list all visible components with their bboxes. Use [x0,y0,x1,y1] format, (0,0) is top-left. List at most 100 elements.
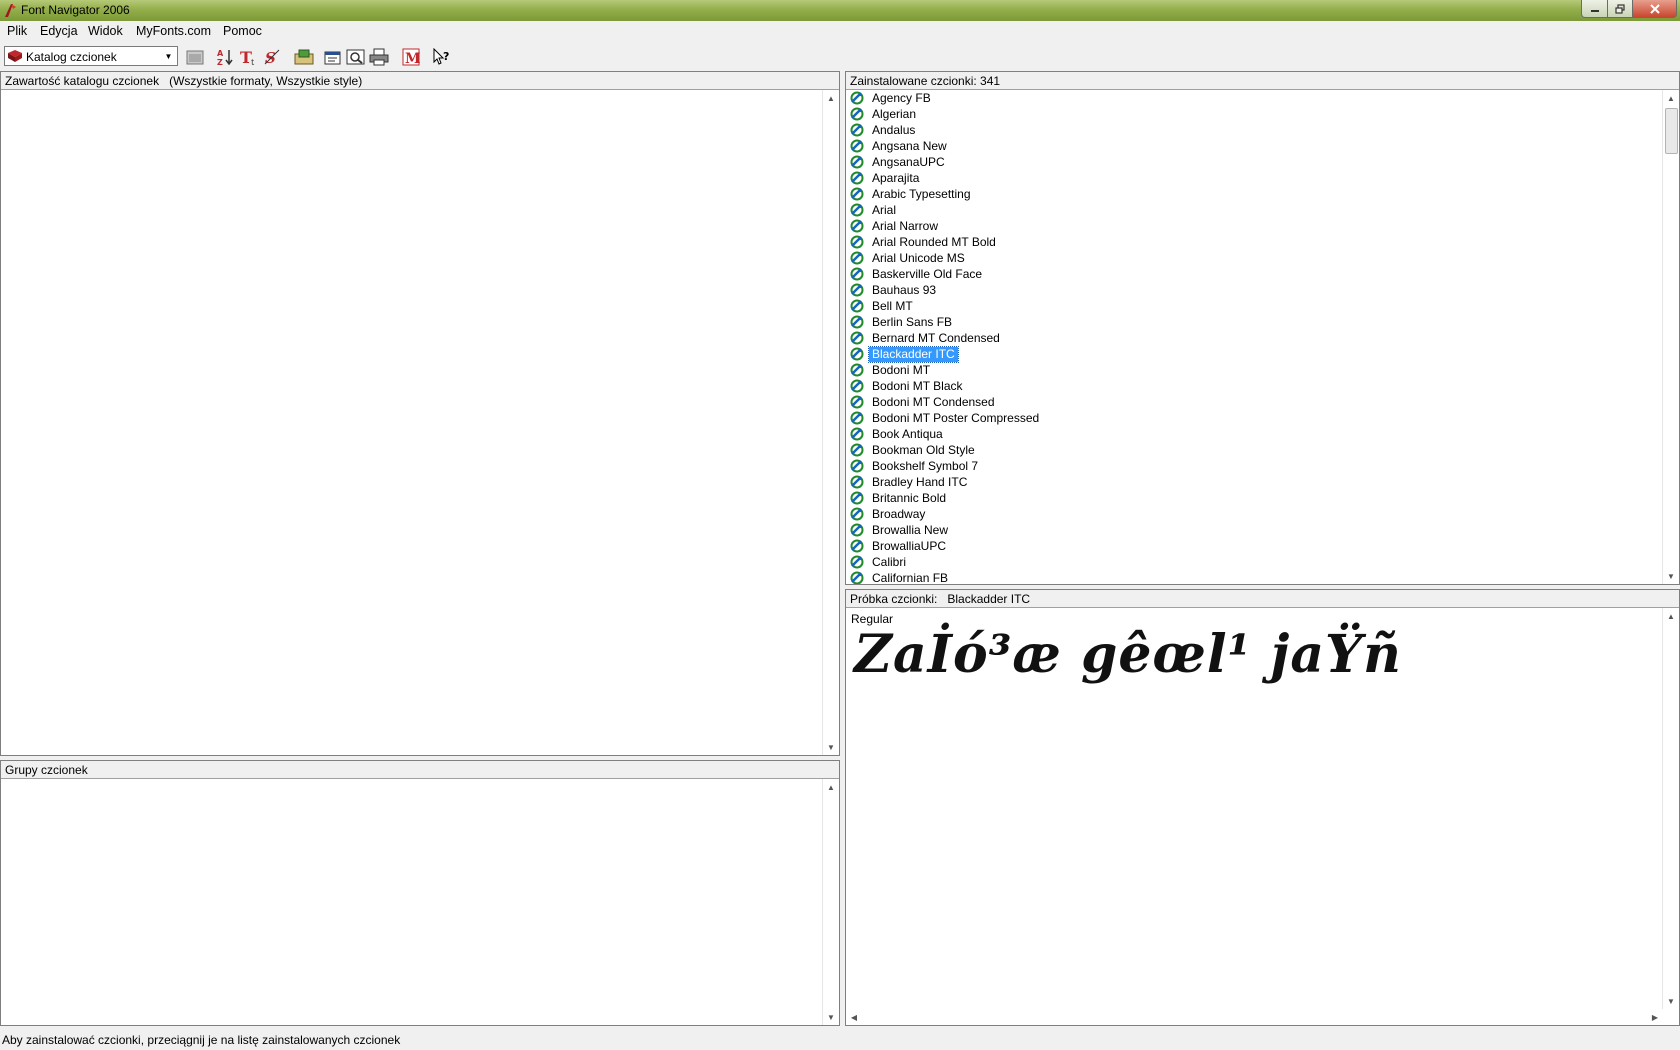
open-folder-button[interactable] [184,46,206,67]
opentype-font-icon [850,539,864,553]
font-name-label: Algerian [872,106,917,121]
font-list-item[interactable]: Arial Rounded MT Bold [846,234,1662,250]
font-list-item[interactable]: Britannic Bold [846,490,1662,506]
scroll-up-icon[interactable]: ▲ [823,90,839,106]
truetype-icon: T t [240,48,255,66]
opentype-font-icon [850,427,864,441]
font-list-item[interactable]: Berlin Sans FB [846,314,1662,330]
font-list-item[interactable]: BrowalliaUPC [846,538,1662,554]
opentype-font-icon [850,475,864,489]
minimize-button[interactable] [1581,0,1608,18]
font-list-item[interactable]: Browallia New [846,522,1662,538]
font-name-label: Bookshelf Symbol 7 [872,458,979,473]
font-name-label: Aparajita [872,170,920,185]
menu-pomoc[interactable]: Pomoc [223,24,262,38]
sort-az-button[interactable]: A Z [214,46,236,67]
myfonts-m-icon: M [402,48,421,66]
properties-button[interactable] [322,46,344,67]
scroll-left-icon[interactable]: ◀ [846,1009,862,1025]
font-name-label: Bodoni MT [872,362,931,377]
font-list-item[interactable]: Algerian [846,106,1662,122]
toolbar: Katalog czcionek ▼ A Z T t S M ? [0,42,1680,70]
opentype-font-icon [850,219,864,233]
font-list-item[interactable]: Bodoni MT Condensed [846,394,1662,410]
opentype-font-icon [850,507,864,521]
menu-plik[interactable]: Plik [7,24,27,38]
scrollbar-thumb[interactable] [1665,108,1678,154]
print-button[interactable] [368,46,390,67]
font-list-item[interactable]: Angsana New [846,138,1662,154]
scroll-down-icon[interactable]: ▼ [1663,568,1679,584]
sample-horizontal-scrollbar[interactable]: ◀ ▶ [846,1009,1663,1025]
help-cursor-icon: ? [433,47,449,65]
scroll-up-icon[interactable]: ▲ [1663,608,1679,624]
font-list-item[interactable]: Broadway [846,506,1662,522]
chevron-down-icon[interactable]: ▼ [160,47,177,65]
installed-fonts-header: Zainstalowane czcionki: 341 [846,72,1679,90]
font-name-label: Arial Narrow [872,218,939,233]
font-list-item[interactable]: Calibri [846,554,1662,570]
font-list-item[interactable]: Bauhaus 93 [846,282,1662,298]
font-list-item[interactable]: Bradley Hand ITC [846,474,1662,490]
window-controls [1581,0,1677,18]
font-name-label: Browallia New [872,522,949,537]
opentype-font-icon [850,107,864,121]
scroll-up-icon[interactable]: ▲ [1663,90,1679,106]
scroll-down-icon[interactable]: ▼ [823,1009,839,1025]
preview-button[interactable] [345,46,367,67]
font-list-item[interactable]: Arial Unicode MS [846,250,1662,266]
menu-edycja[interactable]: Edycja [40,24,78,38]
close-button[interactable] [1633,0,1677,18]
preview-icon [346,49,365,64]
font-list-item[interactable]: Agency FB [846,90,1662,106]
opentype-font-icon [850,235,864,249]
font-list-item[interactable]: Bodoni MT Poster Compressed [846,410,1662,426]
font-list-item[interactable]: Bookshelf Symbol 7 [846,458,1662,474]
scroll-down-icon[interactable]: ▼ [1663,993,1679,1009]
restore-button[interactable] [1608,0,1633,18]
scroll-up-icon[interactable]: ▲ [823,779,839,795]
scroll-right-icon[interactable]: ▶ [1647,1009,1663,1025]
font-list-item[interactable]: Aparajita [846,170,1662,186]
catalog-panel-header: Zawartość katalogu czcionek (Wszystkie f… [1,72,839,90]
font-list-item[interactable]: Bodoni MT [846,362,1662,378]
install-button[interactable] [293,46,315,67]
font-list-item[interactable]: Arabic Typesetting [846,186,1662,202]
font-name-label: Blackadder ITC [868,345,959,363]
font-name-label: Berlin Sans FB [872,314,953,329]
myfonts-button[interactable]: M [400,46,422,67]
svg-text:?: ? [443,50,449,63]
scroll-down-icon[interactable]: ▼ [823,739,839,755]
font-list-item[interactable]: Bell MT [846,298,1662,314]
font-list-item[interactable]: Andalus [846,122,1662,138]
installed-fonts-scrollbar[interactable]: ▲ ▼ [1662,90,1679,584]
font-list-item[interactable]: Book Antiqua [846,426,1662,442]
catalog-combo[interactable]: Katalog czcionek ▼ [4,46,178,66]
font-list-item[interactable]: Bernard MT Condensed [846,330,1662,346]
font-list-item[interactable]: Baskerville Old Face [846,266,1662,282]
catalog-scrollbar[interactable]: ▲ ▼ [822,90,839,755]
font-list-item[interactable]: Arial [846,202,1662,218]
catalog-combo-value: Katalog czcionek [26,50,117,64]
font-list-item[interactable]: Californian FB [846,570,1662,584]
font-name-label: Angsana New [872,138,947,153]
minimize-icon [1590,9,1599,12]
restore-icon [1615,3,1625,14]
menu-myfonts[interactable]: MyFonts.com [136,24,211,38]
font-list-item[interactable]: AngsanaUPC [846,154,1662,170]
opentype-font-icon [850,491,864,505]
font-name-label: Britannic Bold [872,490,947,505]
font-type-button[interactable]: T t [238,46,260,67]
font-list-item[interactable]: Arial Narrow [846,218,1662,234]
help-button[interactable]: ? [431,46,453,67]
groups-scrollbar[interactable]: ▲ ▼ [822,779,839,1025]
sample-vertical-scrollbar[interactable]: ▲ ▼ [1662,608,1679,1009]
menu-widok[interactable]: Widok [88,24,123,38]
font-script-button[interactable]: S [262,46,284,67]
font-list-item[interactable]: Bookman Old Style [846,442,1662,458]
font-list-item[interactable]: Blackadder ITC [846,345,1662,363]
font-list-item[interactable]: Bodoni MT Black [846,378,1662,394]
opentype-font-icon [850,171,864,185]
properties-icon [324,51,341,64]
font-name-label: Calibri [872,554,907,569]
